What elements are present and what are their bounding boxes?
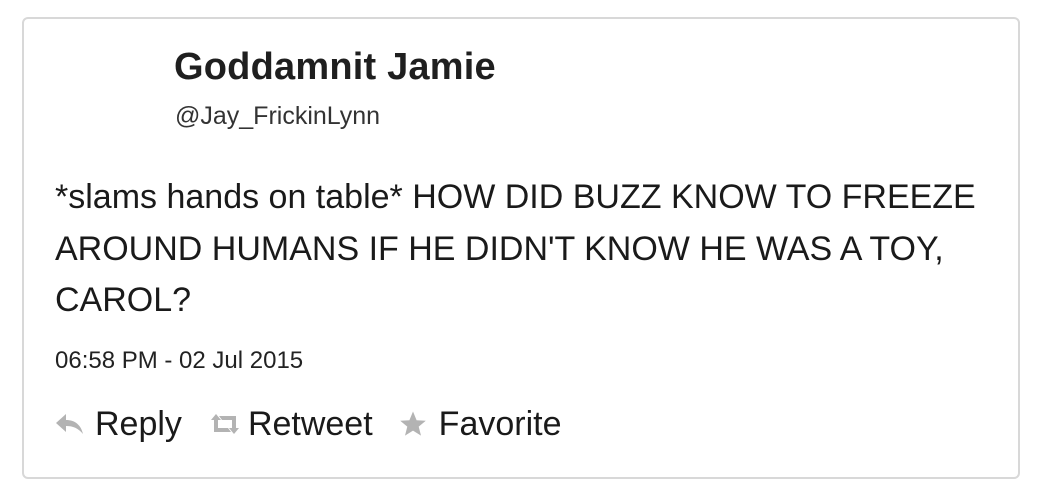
avatar[interactable] (60, 47, 156, 143)
user-handle[interactable]: @Jay_FrickinLynn (175, 102, 380, 131)
favorite-button[interactable]: Favorite (399, 405, 562, 444)
reply-arrow-icon (55, 407, 89, 441)
star-icon (399, 407, 433, 441)
tweet-timestamp[interactable]: 06:58 PM - 02 Jul 2015 (55, 347, 303, 375)
retweet-arrows-icon (208, 407, 242, 441)
retweet-button[interactable]: Retweet (208, 405, 373, 444)
favorite-label: Favorite (438, 404, 562, 443)
tweet-text: *slams hands on table* HOW DID BUZZ KNOW… (55, 178, 976, 319)
tweet-card: Goddamnit Jamie @Jay_FrickinLynn *slams … (22, 17, 1020, 479)
reply-button[interactable]: Reply (55, 405, 182, 444)
retweet-label: Retweet (247, 404, 373, 443)
reply-label: Reply (95, 404, 182, 443)
tweet-actions: Reply Retweet Favorite (55, 402, 588, 446)
display-name[interactable]: Goddamnit Jamie (174, 46, 496, 89)
